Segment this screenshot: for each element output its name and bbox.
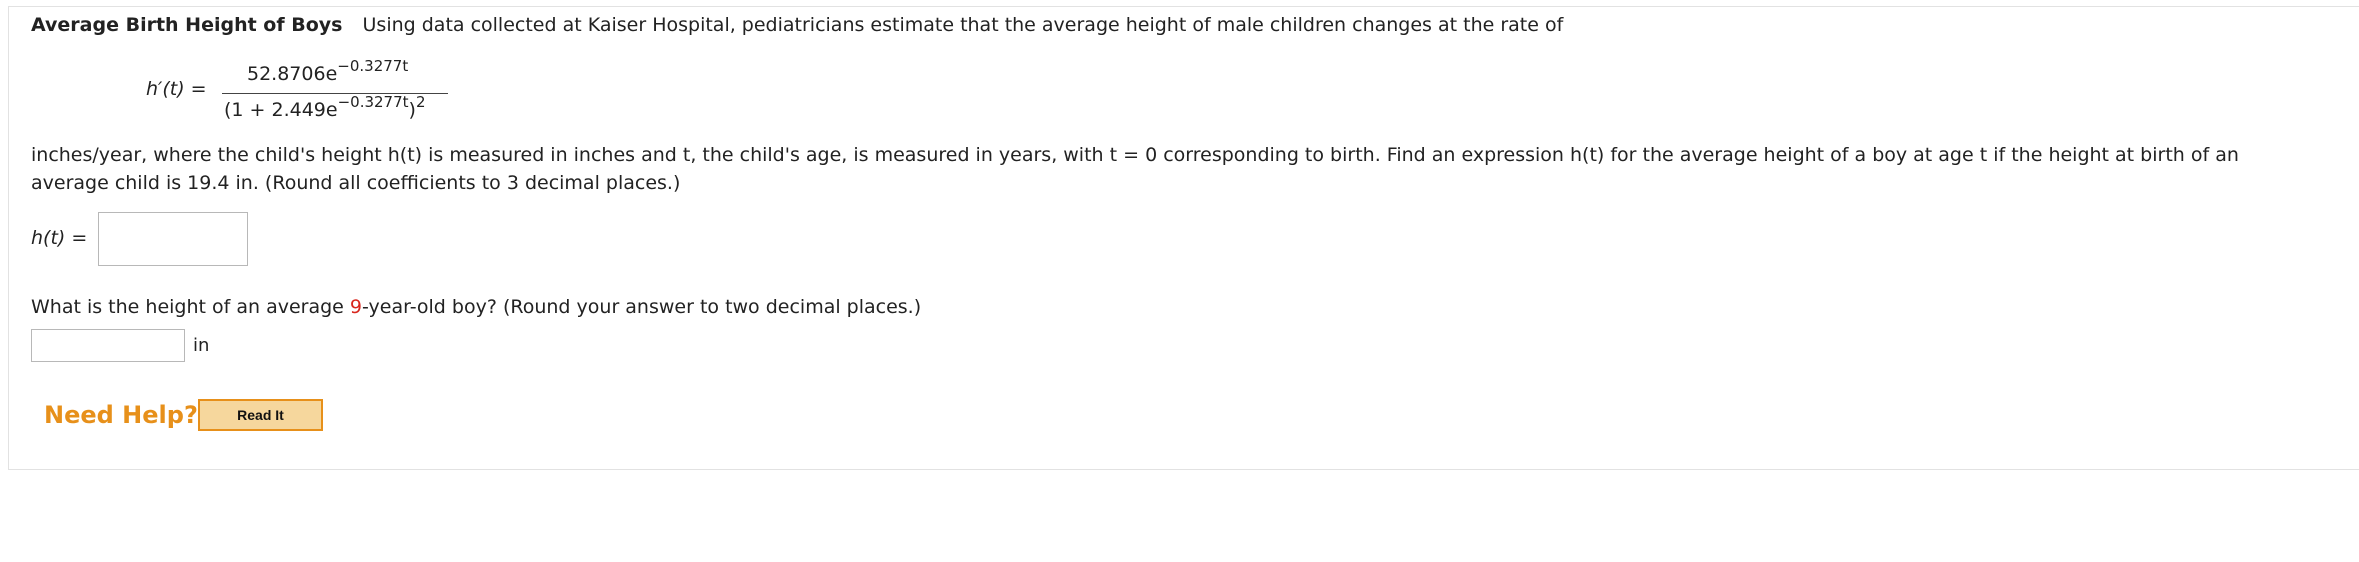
problem-intro: Using data collected at Kaiser Hospital,… — [362, 14, 1564, 36]
denominator-base: (1 + 2.449e — [224, 99, 338, 121]
question2-text-before: What is the height of an average — [31, 296, 350, 318]
problem-header: Average Birth Height of Boys Using data … — [31, 14, 1563, 36]
formula-numerator: 52.8706e−0.3277t — [247, 57, 408, 85]
formula-denominator: (1 + 2.449e−0.3277t)2 — [224, 93, 426, 121]
denominator-exponent: −0.3277t — [337, 93, 409, 111]
question2-text-after: -year-old boy? (Round your answer to two… — [362, 296, 922, 318]
problem-body-line1: inches/year, where the child's height h(… — [31, 144, 2239, 166]
denominator-close: ) — [408, 99, 416, 121]
read-it-button[interactable]: Read It — [198, 399, 323, 431]
numerator-base: 52.8706e — [247, 63, 338, 85]
answer1-label: h(t) = — [31, 227, 88, 249]
problem-body-line2: average child is 19.4 in. (Round all coe… — [31, 172, 681, 194]
question2: What is the height of an average 9-year-… — [31, 296, 921, 318]
need-help-label: Need Help? — [44, 401, 198, 429]
numerator-exponent: −0.3277t — [337, 57, 409, 75]
problem-title: Average Birth Height of Boys — [31, 14, 343, 36]
answer2-unit: in — [193, 335, 210, 356]
fraction-bar — [222, 93, 448, 94]
height-answer-input[interactable] — [31, 329, 185, 362]
height-expression-input[interactable] — [98, 212, 248, 266]
derivative-lhs: h′(t) = — [146, 78, 207, 100]
read-it-label: Read It — [237, 407, 284, 423]
question2-age-value: 9 — [349, 296, 362, 318]
denominator-power: 2 — [415, 93, 426, 111]
